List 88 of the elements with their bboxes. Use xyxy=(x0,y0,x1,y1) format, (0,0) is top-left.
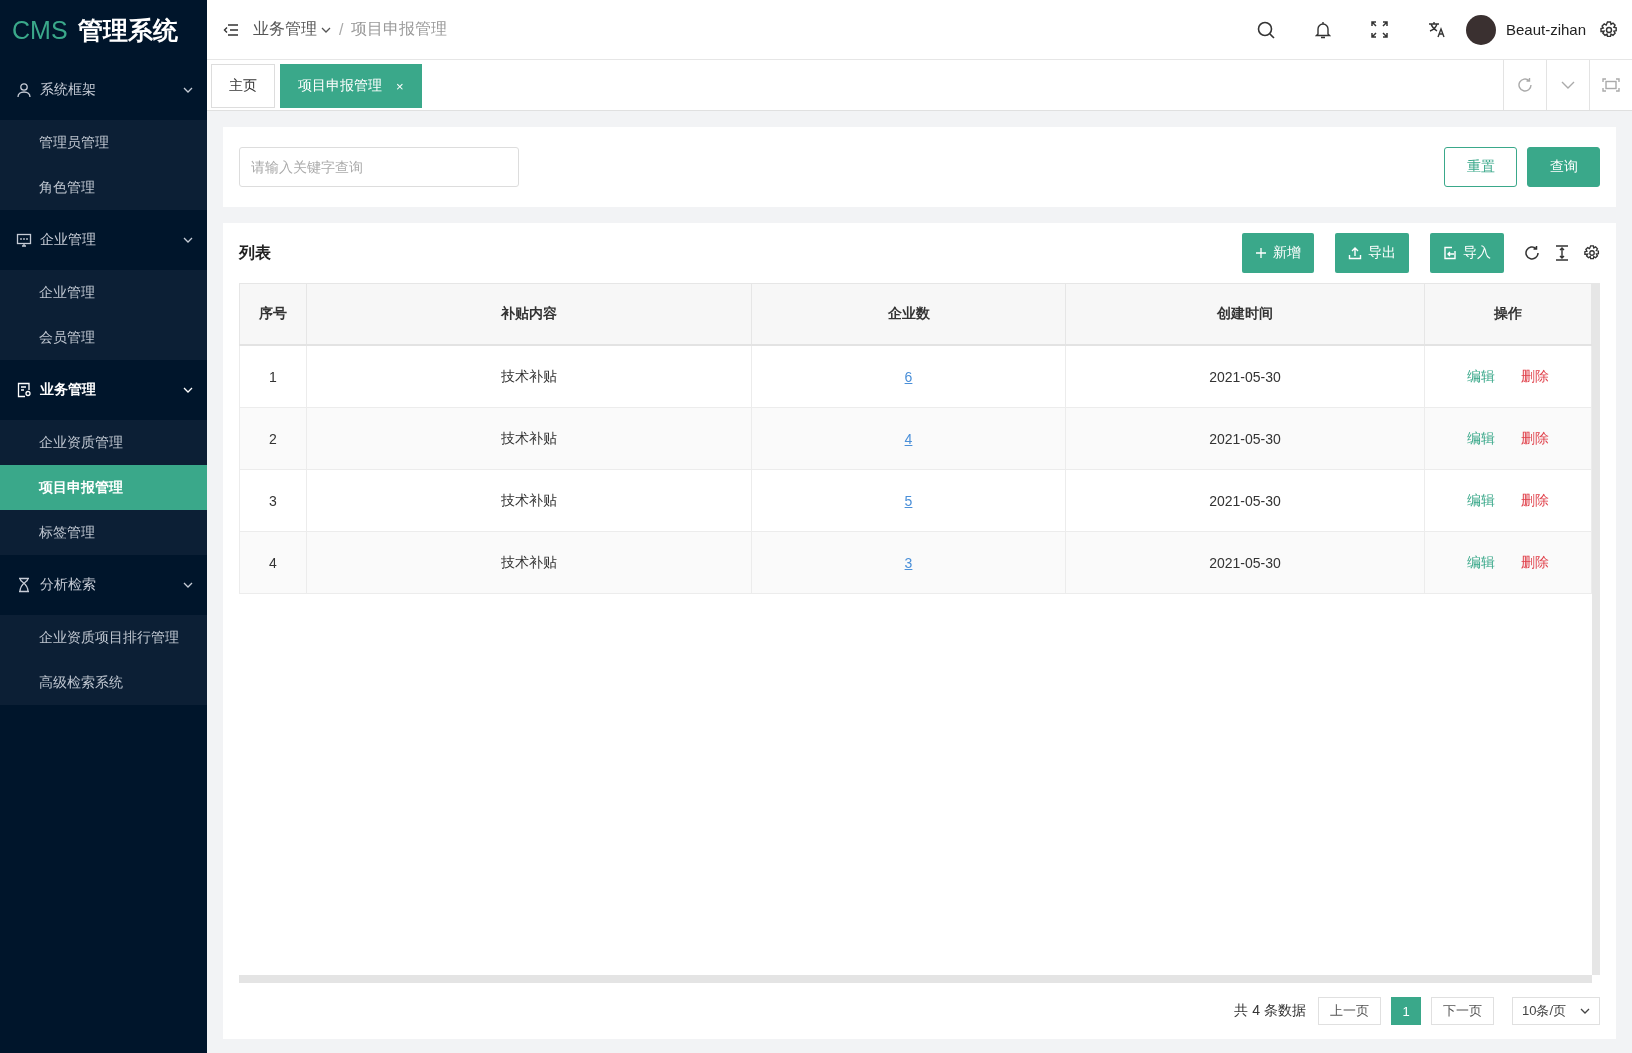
sidebar-item[interactable]: 企业资质管理 xyxy=(0,420,207,465)
hourglass-icon xyxy=(16,577,32,593)
page-size-select[interactable]: 10条/页 xyxy=(1512,997,1600,1025)
refresh-icon[interactable] xyxy=(1524,245,1540,261)
fullscreen-icon[interactable] xyxy=(1370,21,1388,38)
sidebar-group[interactable]: 业务管理 xyxy=(0,360,207,420)
edit-link[interactable]: 编辑 xyxy=(1467,553,1495,572)
sidebar-item[interactable]: 企业管理 xyxy=(0,270,207,315)
breadcrumb-item[interactable]: 业务管理 xyxy=(253,19,331,40)
table-cell: 技术补贴 xyxy=(306,531,752,594)
chevron-down-icon xyxy=(183,237,193,243)
column-header: 操作 xyxy=(1424,283,1592,345)
translate-icon[interactable] xyxy=(1427,21,1446,38)
column-header: 补贴内容 xyxy=(306,283,752,345)
action-button[interactable]: 导出 xyxy=(1335,233,1409,273)
edit-link[interactable]: 编辑 xyxy=(1467,491,1495,510)
table-cell: 2 xyxy=(239,407,307,470)
page-number-button[interactable]: 1 xyxy=(1391,997,1421,1025)
sidebar-group[interactable]: 分析检索 xyxy=(0,555,207,615)
column-header: 序号 xyxy=(239,283,307,345)
column-height-icon[interactable] xyxy=(1554,245,1570,261)
page-tab[interactable]: 主页 xyxy=(211,64,275,108)
chevron-down-icon xyxy=(183,87,193,93)
plus-icon xyxy=(1255,247,1267,259)
reset-button[interactable]: 重置 xyxy=(1444,147,1517,187)
user-name[interactable]: Beaut-zihan xyxy=(1505,21,1586,38)
document-icon xyxy=(16,382,32,398)
avatar[interactable] xyxy=(1465,14,1496,45)
settings-icon[interactable] xyxy=(1584,245,1600,261)
logo-title: 管理系统 xyxy=(77,14,178,46)
count-link[interactable]: 5 xyxy=(904,492,913,509)
edit-link[interactable]: 编辑 xyxy=(1467,429,1495,448)
search-field[interactable]: 请输入关键字查询 xyxy=(239,147,519,187)
sidebar-group[interactable]: 系统框架 xyxy=(0,60,207,120)
menu-icon[interactable] xyxy=(223,22,239,37)
vertical-scrollbar[interactable] xyxy=(1592,283,1600,975)
sidebar-item[interactable]: 标签管理 xyxy=(0,510,207,555)
page-tab[interactable]: 项目申报管理 × xyxy=(280,64,422,108)
import-icon xyxy=(1443,246,1457,260)
chevron-down-icon xyxy=(321,26,331,33)
action-button[interactable]: 新增 xyxy=(1242,233,1314,273)
table-cell: 1 xyxy=(239,345,307,408)
sidebar-item[interactable]: 项目申报管理 xyxy=(0,465,207,510)
chevron-down-icon xyxy=(183,387,193,393)
table-cell: 2021-05-30 xyxy=(1065,345,1425,408)
prev-page-button[interactable]: 上一页 xyxy=(1318,997,1381,1025)
chevron-down-icon xyxy=(183,582,193,588)
delete-link[interactable]: 删除 xyxy=(1521,491,1549,510)
edit-link[interactable]: 编辑 xyxy=(1467,367,1495,386)
total-count: 共 4 条数据 xyxy=(1234,1002,1306,1020)
table-cell: 2021-05-30 xyxy=(1065,407,1425,470)
count-link[interactable]: 3 xyxy=(904,554,913,571)
column-header: 创建时间 xyxy=(1065,283,1425,345)
tab-close-icon[interactable]: × xyxy=(396,78,404,94)
list-title: 列表 xyxy=(239,242,272,263)
breadcrumb-item[interactable]: 项目申报管理 xyxy=(351,19,448,40)
table-cell: 技术补贴 xyxy=(306,345,752,408)
delete-link[interactable]: 删除 xyxy=(1521,429,1549,448)
count-link[interactable]: 4 xyxy=(904,430,913,447)
monitor-icon xyxy=(16,232,32,248)
breadcrumb-separator: / xyxy=(339,20,344,39)
table-cell: 技术补贴 xyxy=(306,469,752,532)
settings-icon[interactable] xyxy=(1600,20,1618,39)
table-cell: 3 xyxy=(239,469,307,532)
bell-icon[interactable] xyxy=(1314,20,1331,39)
sidebar-item[interactable]: 会员管理 xyxy=(0,315,207,360)
sidebar-group[interactable]: 企业管理 xyxy=(0,210,207,270)
table-cell: 2021-05-30 xyxy=(1065,469,1425,532)
sidebar-item[interactable]: 角色管理 xyxy=(0,165,207,210)
count-link[interactable]: 6 xyxy=(904,368,913,385)
query-button[interactable]: 查询 xyxy=(1527,147,1600,187)
next-page-button[interactable]: 下一页 xyxy=(1431,997,1494,1025)
search-icon[interactable] xyxy=(1256,20,1275,39)
user-icon xyxy=(16,82,32,98)
action-button[interactable]: 导入 xyxy=(1430,233,1504,273)
horizontal-scrollbar[interactable] xyxy=(239,975,1592,983)
column-header: 企业数 xyxy=(751,283,1066,345)
table-cell: 技术补贴 xyxy=(306,407,752,470)
sidebar-item[interactable]: 企业资质项目排行管理 xyxy=(0,615,207,660)
sidebar-item[interactable]: 高级检索系统 xyxy=(0,660,207,705)
table-cell: 4 xyxy=(239,531,307,594)
chevron-down-icon xyxy=(1580,1008,1590,1014)
upload-icon xyxy=(1348,246,1362,260)
delete-link[interactable]: 删除 xyxy=(1521,367,1549,386)
sidebar-item[interactable]: 管理员管理 xyxy=(0,120,207,165)
delete-link[interactable]: 删除 xyxy=(1521,553,1549,572)
logo-brand: CMS xyxy=(12,15,68,45)
table-cell: 2021-05-30 xyxy=(1065,531,1425,594)
